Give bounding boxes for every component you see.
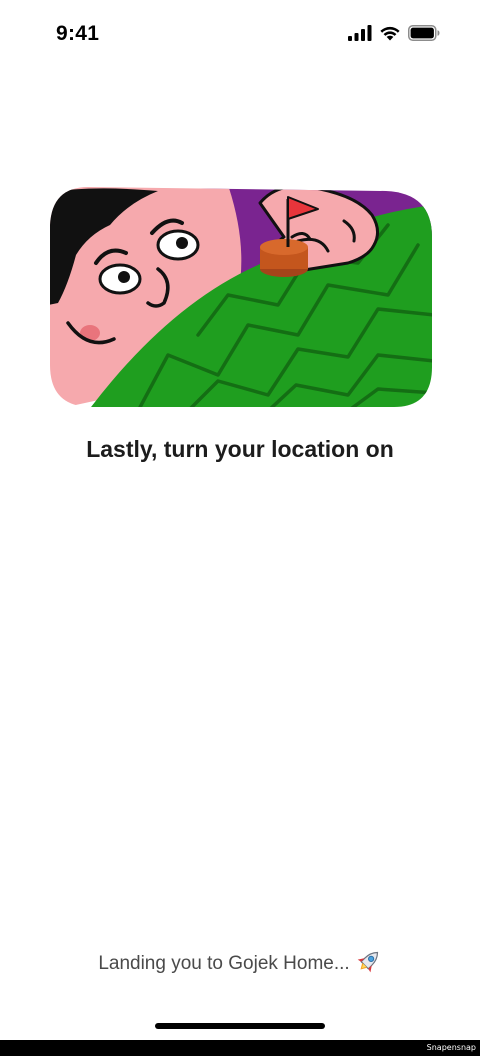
landing-message: Landing you to Gojek Home... (0, 948, 480, 980)
cellular-signal-icon (348, 25, 372, 41)
status-bar: 9:41 (0, 0, 480, 70)
home-indicator[interactable] (155, 1023, 325, 1029)
status-time: 9:41 (56, 22, 100, 45)
landing-text: Landing you to Gojek Home... (98, 953, 350, 974)
status-icons (348, 25, 440, 41)
watermark-bar: Snapensnap (0, 1040, 480, 1056)
location-illustration (48, 185, 434, 411)
battery-icon (408, 25, 440, 41)
rocket-icon (356, 948, 382, 980)
watermark-text: Snapensnap (426, 1043, 476, 1052)
page-title: Lastly, turn your location on (86, 436, 394, 462)
wifi-icon (379, 25, 401, 41)
